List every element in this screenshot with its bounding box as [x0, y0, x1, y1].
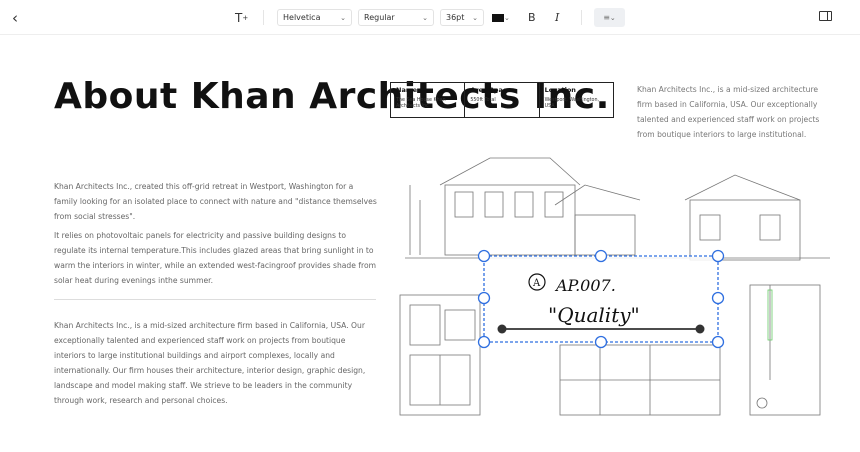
house-elevation [405, 157, 830, 261]
chevron-down-icon: ⌄ [422, 13, 428, 22]
resize-handle[interactable] [711, 291, 725, 305]
resize-handle[interactable] [477, 249, 491, 263]
font-size-value: 36pt [446, 13, 465, 22]
paragraph-firm: Khan Architects Inc., is a mid-sized arc… [54, 321, 366, 405]
resize-handle[interactable] [594, 335, 608, 349]
add-text-icon[interactable]: T + [235, 9, 248, 26]
font-family-select[interactable]: Helvetica ⌄ [277, 9, 352, 26]
resize-handle[interactable] [711, 335, 725, 349]
info-table: Name The Sea House Khan Architects Inc Ar… [390, 82, 614, 118]
info-header: Ares Space [470, 86, 512, 94]
toolbar: ‹ T + Helvetica ⌄ Regular ⌄ 36pt ⌄ ⌄ B I ≡ ⌄ [0, 0, 860, 35]
align-select[interactable]: ≡ ⌄ [594, 8, 625, 27]
info-header: Name [396, 86, 418, 94]
chevron-down-icon: ⌄ [504, 13, 510, 22]
info-col-location: Location Westport, Washington, USA [540, 83, 613, 117]
divider [54, 299, 376, 300]
architectural-drawing: A AP.007. "Quality" [399, 157, 830, 416]
svg-text:A: A [532, 278, 541, 289]
resize-handle[interactable] [711, 249, 725, 263]
annotation-line2: "Quality" [548, 303, 640, 327]
chevron-down-icon: ⌄ [609, 13, 616, 22]
selection-box[interactable]: A AP.007. "Quality" [477, 249, 725, 349]
info-header: Location [544, 86, 576, 94]
resize-handle[interactable] [594, 249, 608, 263]
font-weight-value: Regular [364, 13, 395, 22]
chevron-down-icon: ⌄ [340, 13, 346, 22]
info-col-area: Ares Space 550ft Total [465, 83, 540, 117]
side-text: Khan Architects Inc., is a mid-sized arc… [637, 85, 820, 139]
panel-toggle-icon[interactable] [819, 11, 832, 21]
annotation-line1: AP.007. [554, 276, 616, 295]
italic-button[interactable]: I [555, 9, 559, 26]
color-swatch [492, 13, 504, 22]
chevron-down-icon: ⌄ [472, 13, 478, 22]
font-weight-select[interactable]: Regular ⌄ [358, 9, 434, 26]
info-value: The Sea House Khan Architects Inc [396, 98, 446, 109]
back-button[interactable]: ‹ [12, 9, 18, 27]
bold-button[interactable]: B [528, 9, 536, 26]
info-value: 550ft Total [470, 98, 496, 103]
resize-handle[interactable] [477, 291, 491, 305]
info-value: Westport, Washington, USA [544, 98, 600, 109]
align-left-icon: ≡ [603, 13, 610, 22]
resize-handle[interactable] [477, 335, 491, 349]
info-col-name: Name The Sea House Khan Architects Inc [391, 83, 466, 117]
font-size-select[interactable]: 36pt ⌄ [440, 9, 484, 26]
color-picker[interactable]: ⌄ [492, 9, 510, 26]
paragraph-intro: Khan Architects Inc., created this off-g… [54, 182, 377, 221]
font-family-value: Helvetica [283, 13, 321, 22]
paragraph-energy: It relies on photovoltaic panels for ele… [54, 231, 377, 285]
